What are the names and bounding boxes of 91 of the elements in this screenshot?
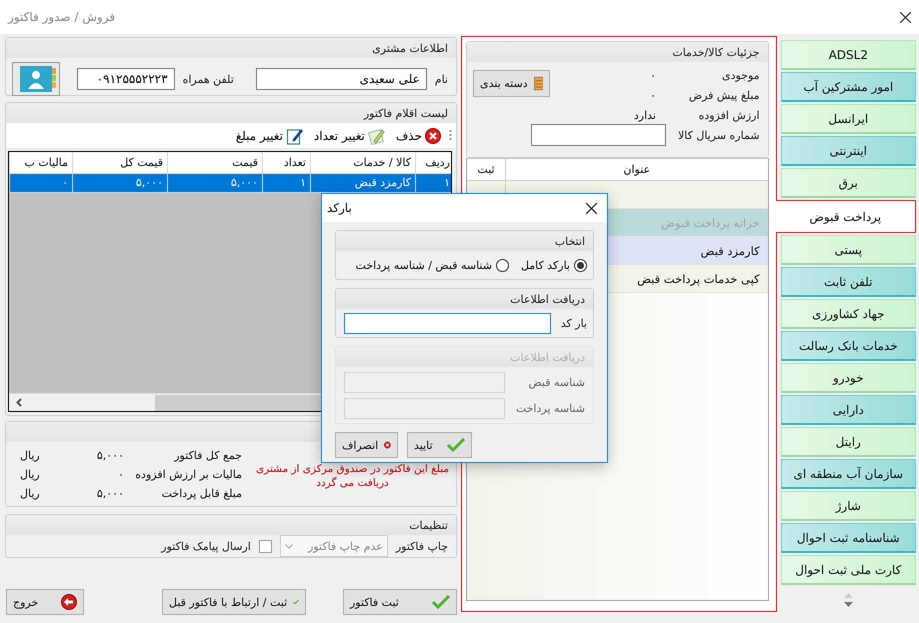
amount-value: ۵,۰۰۰ <box>96 448 125 462</box>
edit-document-icon <box>286 126 304 144</box>
category-tab[interactable]: شارژ <box>780 491 916 521</box>
field-label: شماره سریال کالا <box>678 128 760 142</box>
toolbar-button[interactable]: تغییر تعداد <box>312 126 388 144</box>
cancel-button[interactable]: انصراف <box>335 432 398 458</box>
field-label: شناسه پرداخت <box>516 402 585 415</box>
field-label: موجودی <box>720 68 760 82</box>
table-cell: ۵,۰۰۰ <box>168 173 262 192</box>
action-button[interactable]: ثبت فاکتور <box>343 589 457 615</box>
table-cell: ۱ <box>416 173 451 192</box>
group-title: دریافت اطلاعات <box>510 350 585 364</box>
field-label: تلفن همراه <box>182 72 234 86</box>
category-tab[interactable]: جهاد کشاورزی <box>780 299 916 329</box>
field-value: ندارد <box>632 108 657 122</box>
category-tab[interactable]: شناسنامه ثبت احوال <box>780 523 916 553</box>
category-tab[interactable]: سازمان آب منطقه ای <box>780 459 916 489</box>
close-icon[interactable] <box>586 202 597 214</box>
barcode-field[interactable] <box>344 312 551 334</box>
column-header: قیمت کل <box>72 152 168 173</box>
field-label: مبلغ پیش فرض <box>688 88 760 102</box>
amount-value: ۰ <box>117 468 125 480</box>
category-tab[interactable]: ADSL2 <box>780 40 916 70</box>
delete-icon <box>425 128 441 144</box>
window-title: فروش / صدور فاکتور <box>8 10 116 24</box>
group-title: لیست اقلام فاکتور <box>364 106 448 120</box>
action-button[interactable]: ثبت / ارتباط با فاکتور قبل <box>162 589 306 615</box>
category-tab[interactable]: خودرو <box>780 363 916 393</box>
column-header: تعداد <box>262 152 310 173</box>
field-label: شناسه قبض <box>528 376 585 389</box>
category-tab[interactable]: امور مشترکین آب <box>780 72 916 102</box>
group-title: انتخاب <box>554 234 585 248</box>
field-label: چاپ فاکتور <box>396 540 448 552</box>
action-button[interactable]: خروج <box>6 589 84 615</box>
scroll-left-icon[interactable] <box>16 398 22 407</box>
total-label: مبلغ قابل پرداخت <box>160 486 242 500</box>
name-field[interactable]: علی سعیدی <box>256 68 427 90</box>
dropdown-caret-icon <box>284 544 293 548</box>
cabinet-icon <box>534 75 543 92</box>
group-title: جزئیات کالا/خدمات <box>672 46 760 58</box>
field-label: بار کد <box>560 316 587 330</box>
column-header: ثبت <box>467 159 506 180</box>
close-icon[interactable] <box>900 12 911 22</box>
column-header: مالیات ب <box>10 152 72 173</box>
category-tab[interactable]: برق <box>780 168 916 198</box>
confirm-button[interactable]: تایید <box>407 432 472 458</box>
category-tab[interactable]: دارایی <box>780 395 916 425</box>
currency-unit: ریال <box>19 448 41 462</box>
column-header: قیمت <box>168 152 262 173</box>
category-tab[interactable]: پرداخت قبوض <box>776 200 916 233</box>
checkbox-label: ارسال پیامک فاکتور <box>161 540 251 552</box>
phone-field[interactable]: ۰۹۱۲۵۵۵۲۲۲۳ <box>76 68 175 90</box>
category-tab[interactable]: تلفن ثابت <box>780 267 916 297</box>
currency-unit: ریال <box>19 486 41 500</box>
scroll-down-icon[interactable] <box>844 602 853 607</box>
total-label: مالیات بر ارزش افزوده <box>134 468 242 480</box>
field-value: ۰ <box>649 88 657 102</box>
field-label: نام <box>434 72 448 86</box>
toolbar-button[interactable]: تغییر مبلغ <box>234 126 306 144</box>
category-tab[interactable]: ایرانسل <box>780 104 916 134</box>
check-icon <box>432 595 450 609</box>
column-header: کالا / خدمات <box>310 152 416 173</box>
column-header: عنوان <box>622 162 652 178</box>
toolbar-button[interactable]: حذف <box>394 128 443 144</box>
column-header: ردیف <box>416 152 451 173</box>
category-tab[interactable]: کارت ملی ثبت احوال <box>780 555 916 585</box>
table-cell: ۵,۰۰۰ <box>72 173 168 192</box>
pencil-icon <box>368 126 386 144</box>
currency-unit: ریال <box>19 468 41 480</box>
group-title: تنظیمات <box>409 518 448 532</box>
category-tab[interactable]: پستی <box>780 235 916 265</box>
field-label: ارزش افزوده <box>698 108 760 122</box>
table-cell: ۱ <box>262 173 310 192</box>
table-cell: ۰ <box>10 173 72 192</box>
table-cell: کارمزد قبض <box>310 173 416 192</box>
payment-note: مبلغ این فاکتور در صندوق مرکزی از مشتری دریافت می گردد <box>254 462 450 490</box>
contact-card-icon[interactable] <box>12 62 60 96</box>
sms-checkbox[interactable] <box>258 540 272 552</box>
group-title: دریافت اطلاعات <box>510 292 585 306</box>
dialog-title: بارکد <box>327 201 352 215</box>
total-label: جمع کل فاکتور <box>172 448 242 462</box>
category-button[interactable]: دسته بندی <box>473 70 550 97</box>
grip-icon <box>449 128 452 142</box>
serial-field[interactable] <box>530 124 666 146</box>
category-tab[interactable]: رایتل <box>780 427 916 457</box>
category-tab[interactable]: اینترنتی <box>780 136 916 166</box>
category-tab[interactable]: خدمات بانک رسالت <box>780 331 916 361</box>
check-icon <box>447 438 465 452</box>
amount-value: ۵,۰۰۰ <box>96 486 125 500</box>
group-title: اطلاعات مشتری <box>372 42 448 54</box>
field-value: ۰ <box>649 68 657 82</box>
